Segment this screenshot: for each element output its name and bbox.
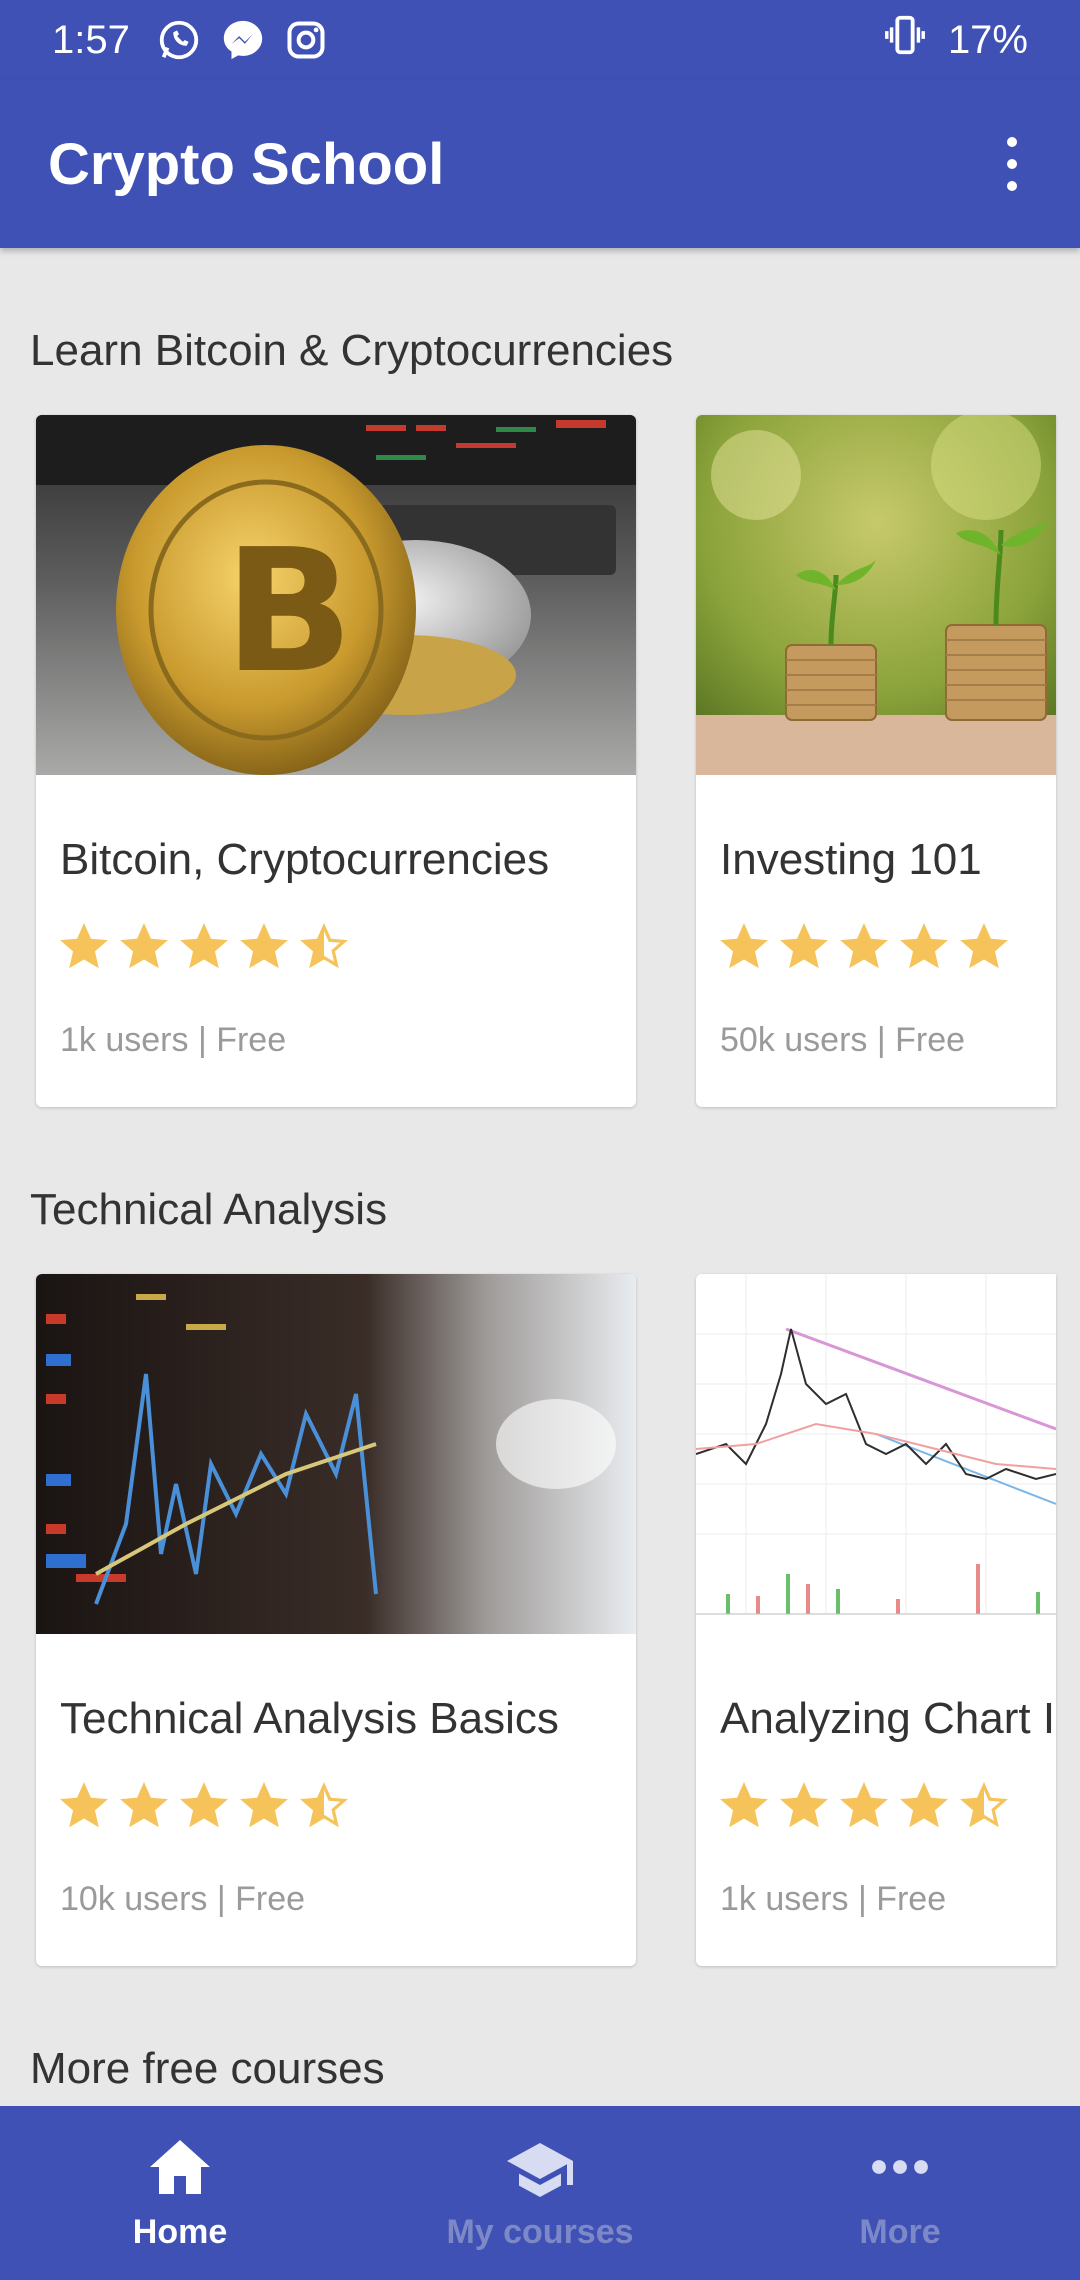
course-title: Analyzing Chart I — [720, 1694, 1056, 1743]
star-half-icon — [300, 1782, 348, 1828]
course-thumbnail-bitcoin: B — [36, 415, 636, 775]
app-title: Crypto School — [48, 131, 445, 197]
nav-item-home[interactable]: Home — [0, 2106, 360, 2280]
rating-stars — [720, 923, 1008, 971]
rating-stars — [720, 1782, 1008, 1830]
star-full-icon — [180, 1782, 228, 1828]
star-full-icon — [60, 923, 108, 969]
rating-stars — [60, 923, 348, 971]
nav-label-my-courses: My courses — [446, 2213, 634, 2251]
course-thumbnail-analyzing-charts — [696, 1274, 1056, 1634]
course-meta: 10k users | Free — [60, 1880, 306, 1918]
nav-item-more[interactable]: More — [720, 2106, 1080, 2280]
star-full-icon — [960, 923, 1008, 969]
star-full-icon — [120, 1782, 168, 1828]
course-title: Technical Analysis Basics — [60, 1694, 559, 1743]
section-title: Learn Bitcoin & Cryptocurrencies — [30, 326, 674, 375]
star-full-icon — [720, 923, 768, 969]
star-full-icon — [840, 923, 888, 969]
star-full-icon — [840, 1782, 888, 1828]
home-icon — [143, 2134, 217, 2205]
course-meta: 50k users | Free — [720, 1021, 966, 1059]
star-full-icon — [780, 923, 828, 969]
more-horiz-icon — [863, 2134, 937, 2205]
course-thumbnail-technical-analysis — [36, 1274, 636, 1634]
section-title: Technical Analysis — [30, 1185, 388, 1234]
course-thumbnail-investing — [696, 415, 1056, 775]
star-full-icon — [60, 1782, 108, 1828]
course-card-technical-analysis[interactable]: Technical Analysis Basics 10k users | Fr… — [36, 1274, 636, 1966]
nav-item-my-courses[interactable]: My courses — [360, 2106, 720, 2280]
nav-label-more: More — [859, 2213, 941, 2251]
star-full-icon — [900, 1782, 948, 1828]
star-full-icon — [720, 1782, 768, 1828]
star-full-icon — [180, 923, 228, 969]
course-card-analyzing-charts[interactable]: Analyzing Chart I 1k users | Free — [696, 1274, 1056, 1966]
svg-text:B: B — [224, 513, 354, 711]
star-half-icon — [960, 1782, 1008, 1828]
nav-label-home: Home — [132, 2213, 228, 2251]
star-full-icon — [240, 1782, 288, 1828]
star-half-icon — [300, 923, 348, 969]
course-meta: 1k users | Free — [60, 1021, 287, 1059]
course-card-bitcoin[interactable]: B Bitcoin, Cryptocurrencies 1k users | F… — [36, 415, 636, 1107]
graduation-cap-icon — [503, 2134, 577, 2205]
star-full-icon — [900, 923, 948, 969]
star-full-icon — [780, 1782, 828, 1828]
section-title: More free courses — [30, 2044, 385, 2093]
course-title: Investing 101 — [720, 835, 982, 884]
bottom-navigation: Home My courses More — [0, 2106, 1080, 2280]
status-time: 1:57 — [52, 17, 130, 62]
course-meta: 1k users | Free — [720, 1880, 947, 1918]
overflow-menu-icon[interactable] — [992, 124, 1032, 204]
course-card-investing[interactable]: Investing 101 50k users | Free — [696, 415, 1056, 1107]
whatsapp-icon — [156, 17, 202, 63]
rating-stars — [60, 1782, 348, 1830]
status-bar: 1:57 17% — [0, 0, 1080, 80]
instagram-icon — [284, 18, 328, 62]
vibrate-icon — [882, 12, 928, 68]
star-full-icon — [240, 923, 288, 969]
app-bar: Crypto School — [0, 80, 1080, 248]
course-title: Bitcoin, Cryptocurrencies — [60, 835, 550, 884]
star-full-icon — [120, 923, 168, 969]
messenger-icon — [220, 17, 266, 63]
battery-percent: 17% — [947, 17, 1028, 62]
